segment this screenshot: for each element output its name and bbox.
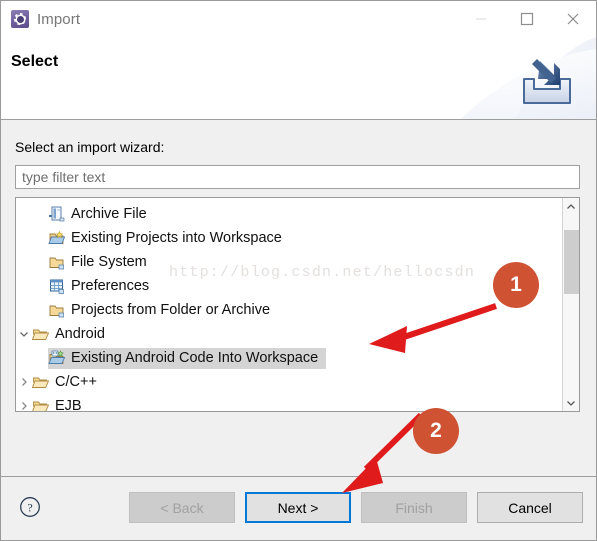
close-button[interactable] [550,1,596,37]
tree-item-archive-file[interactable]: Archive File [16,202,558,226]
tree-item-existing-android-code[interactable]: Existing Android Code Into Workspace [16,346,558,370]
help-button[interactable]: ? [19,496,41,518]
expander-placeholder [32,298,48,322]
page-title: Select [11,53,59,70]
preferences-icon [48,278,66,294]
maximize-button[interactable] [504,1,550,37]
prompt-label: Select an import wizard: [15,139,165,155]
open-folder-icon [32,398,50,411]
archive-file-icon [48,206,66,222]
import-wizard-tree[interactable]: Archive File Existing Projects into Work… [15,197,580,412]
import-project-icon [48,230,66,246]
tree-item-selection: Existing Android Code Into Workspace [48,347,327,369]
help-icon: ? [20,497,40,517]
scroll-up-button[interactable] [563,198,579,215]
tree-item-ejb[interactable]: EJB [16,394,558,412]
close-icon [567,13,579,25]
wizard-body: Select an import wizard: Ar [1,120,596,476]
tree-item-preferences[interactable]: Preferences [16,274,558,298]
dialog-footer: ? < Back Next > Finish Cancel [1,476,596,540]
tree-vertical-scrollbar[interactable] [562,198,579,411]
open-folder-icon [32,326,50,342]
expander-placeholder [32,202,48,226]
finish-button[interactable]: Finish [361,492,467,523]
back-button[interactable]: < Back [129,492,235,523]
chevron-down-icon[interactable] [16,322,32,346]
scroll-down-button[interactable] [563,394,579,411]
window-title: Import [37,10,81,28]
tree-item-c-cpp[interactable]: C/C++ [16,370,558,394]
cancel-button[interactable]: Cancel [477,492,583,523]
expander-placeholder [32,226,48,250]
tree-item-label: Projects from Folder or Archive [71,302,271,318]
android-import-icon [48,350,66,366]
tree-item-android[interactable]: Android [16,322,558,346]
tree-item-label: Archive File [71,206,147,222]
tree-item-file-system[interactable]: File System [16,250,558,274]
tree-item-label: Preferences [71,278,150,294]
wizard-banner: Select [1,37,596,120]
import-tray-arrow-icon [520,57,574,107]
eclipse-wizard-icon [11,10,29,28]
tree-item-label: File System [71,254,147,270]
chevron-right-icon[interactable] [16,394,32,411]
folder-icon [48,254,66,270]
window-controls [458,1,596,37]
chevron-up-icon [567,203,575,209]
tree-item-label: Existing Android Code Into Workspace [71,350,319,366]
expander-placeholder [32,346,48,370]
expander-placeholder [32,250,48,274]
tree-item-label: C/C++ [55,374,97,390]
tree-item-label: Existing Projects into Workspace [71,230,282,246]
tree-rows: Archive File Existing Projects into Work… [16,202,558,412]
chevron-right-icon[interactable] [16,370,32,394]
filter-input[interactable] [15,165,580,189]
chevron-down-icon [567,400,575,406]
title-bar: Import [1,1,596,37]
scrollbar-thumb[interactable] [564,230,579,294]
open-folder-icon [32,374,50,390]
tree-item-projects-from-folder[interactable]: Projects from Folder or Archive [16,298,558,322]
tree-item-existing-projects[interactable]: Existing Projects into Workspace [16,226,558,250]
folder-icon [48,302,66,318]
svg-text:?: ? [27,501,32,515]
maximize-icon [520,12,534,26]
expander-placeholder [32,274,48,298]
minimize-button[interactable] [458,1,504,37]
next-button[interactable]: Next > [245,492,351,523]
tree-item-label: EJB [55,398,82,412]
tree-item-label: Android [55,326,105,342]
minimize-icon [476,18,486,20]
footer-buttons: < Back Next > Finish Cancel [129,492,583,523]
import-wizard-dialog: Import Select Select an import wizard: t… [0,0,597,541]
